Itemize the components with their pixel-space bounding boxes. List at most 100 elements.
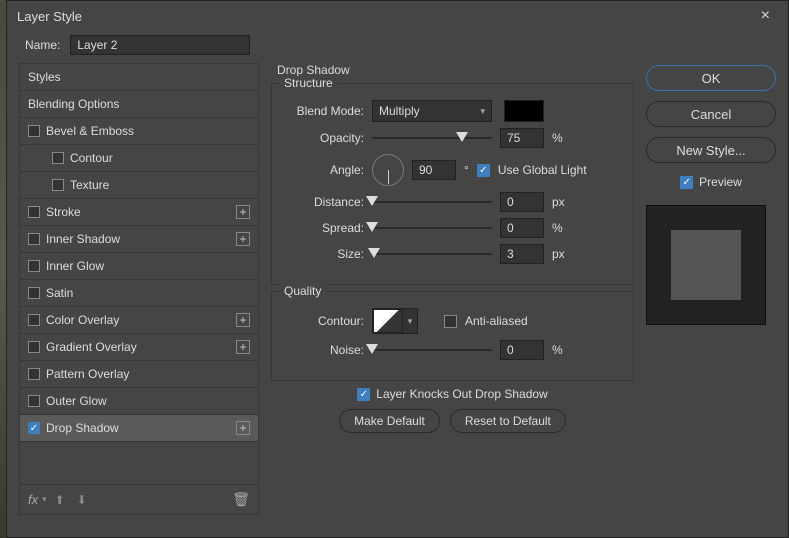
style-checkbox[interactable] [28,125,40,137]
close-icon[interactable]: × [753,3,778,29]
spread-unit: % [552,221,563,235]
drop-shadow-settings: Drop Shadow Structure Blend Mode: Multip… [271,63,634,515]
noise-label: Noise: [286,343,364,357]
knockout-label: Layer Knocks Out Drop Shadow [376,387,547,401]
style-row-pattern-overlay[interactable]: Pattern Overlay [20,361,258,388]
style-label: Drop Shadow [46,421,119,435]
fx-caret-icon: ▾ [42,494,47,505]
ok-button[interactable]: OK [646,65,776,91]
noise-slider[interactable] [372,343,492,357]
add-effect-icon[interactable]: + [236,313,250,327]
style-checkbox[interactable] [28,314,40,326]
style-row-contour[interactable]: Contour [20,145,258,172]
contour-thumbnail [373,309,403,333]
style-row-color-overlay[interactable]: Color Overlay + [20,307,258,334]
trash-icon[interactable]: 🗑 [232,491,250,508]
size-label: Size: [286,247,364,261]
preview-checkbox[interactable]: ✓ [680,176,693,189]
style-checkbox[interactable] [28,260,40,272]
preview-box [646,205,766,325]
angle-unit: ° [464,163,469,177]
preview-label: Preview [699,175,742,189]
add-effect-icon[interactable]: + [236,205,250,219]
chevron-down-icon: ▾ [403,309,417,333]
style-row-outer-glow[interactable]: Outer Glow [20,388,258,415]
knockout-checkbox[interactable]: ✓ [357,388,370,401]
styles-header[interactable]: Styles [20,64,258,91]
layer-name-input[interactable] [70,35,250,55]
reset-default-button[interactable]: Reset to Default [450,409,566,433]
section-title: Drop Shadow [277,63,634,77]
distance-slider[interactable] [372,195,492,209]
spread-slider[interactable] [372,221,492,235]
style-label: Inner Shadow [46,232,120,246]
chevron-down-icon: ▾ [480,106,485,117]
style-row-satin[interactable]: Satin [20,280,258,307]
global-light-label: Use Global Light [498,163,587,177]
titlebar: Layer Style × [7,1,788,31]
spread-label: Spread: [286,221,364,235]
spread-input[interactable] [500,218,544,238]
style-label: Blending Options [28,97,119,111]
style-row-blending-options[interactable]: Blending Options [20,91,258,118]
antialiased-label: Anti-aliased [465,314,528,328]
move-down-icon[interactable]: ⬇ [73,493,91,507]
opacity-slider[interactable] [372,131,492,145]
style-row-stroke[interactable]: Stroke+ [20,199,258,226]
quality-group: Quality Contour: ▾ Anti-aliased Noise: % [271,291,634,381]
opacity-input[interactable] [500,128,544,148]
style-checkbox[interactable] [28,233,40,245]
size-input[interactable] [500,244,544,264]
noise-input[interactable] [500,340,544,360]
style-label: Inner Glow [46,259,104,273]
angle-input[interactable] [412,160,456,180]
style-checkbox[interactable] [52,152,64,164]
make-default-button[interactable]: Make Default [339,409,440,433]
size-unit: px [552,247,565,261]
move-up-icon[interactable]: ⬆ [51,493,69,507]
global-light-checkbox[interactable]: ✓ [477,164,490,177]
add-effect-icon[interactable]: + [236,232,250,246]
blend-mode-select[interactable]: Multiply ▾ [372,100,492,122]
fx-icon[interactable]: fx [28,492,38,507]
style-label: Texture [70,178,109,192]
quality-legend: Quality [280,284,325,298]
opacity-unit: % [552,131,563,145]
style-checkbox[interactable] [28,287,40,299]
dialog-actions: OK Cancel New Style... ✓ Preview [646,63,776,515]
style-label: Color Overlay [46,313,119,327]
opacity-label: Opacity: [286,131,364,145]
cancel-button[interactable]: Cancel [646,101,776,127]
contour-picker[interactable]: ▾ [372,308,418,334]
style-checkbox[interactable] [52,179,64,191]
add-effect-icon[interactable]: + [236,340,250,354]
shadow-color-swatch[interactable] [504,100,544,122]
style-checkbox[interactable] [28,341,40,353]
structure-group: Structure Blend Mode: Multiply ▾ Opacity… [271,83,634,285]
blend-mode-value: Multiply [379,104,420,118]
style-row-drop-shadow[interactable]: ✓ Drop Shadow + [20,415,258,442]
style-row-inner-glow[interactable]: Inner Glow [20,253,258,280]
angle-dial[interactable] [372,154,404,186]
dialog-title: Layer Style [17,9,82,24]
name-label: Name: [25,38,60,52]
style-row-texture[interactable]: Texture [20,172,258,199]
style-checkbox[interactable] [28,368,40,380]
style-checkbox[interactable] [28,206,40,218]
antialiased-checkbox[interactable] [444,315,457,328]
structure-legend: Structure [280,76,337,90]
styles-panel: Styles Blending Options Bevel & Emboss Con… [19,63,259,515]
blend-mode-label: Blend Mode: [286,104,364,118]
style-label: Bevel & Emboss [46,124,134,138]
style-row-bevel-emboss[interactable]: Bevel & Emboss [20,118,258,145]
style-row-gradient-overlay[interactable]: Gradient Overlay+ [20,334,258,361]
distance-unit: px [552,195,565,209]
style-row-inner-shadow[interactable]: Inner Shadow + [20,226,258,253]
new-style-button[interactable]: New Style... [646,137,776,163]
distance-input[interactable] [500,192,544,212]
style-label: Pattern Overlay [46,367,129,381]
size-slider[interactable] [372,247,492,261]
add-effect-icon[interactable]: + [236,421,250,435]
style-checkbox[interactable] [28,395,40,407]
style-checkbox[interactable]: ✓ [28,422,40,434]
